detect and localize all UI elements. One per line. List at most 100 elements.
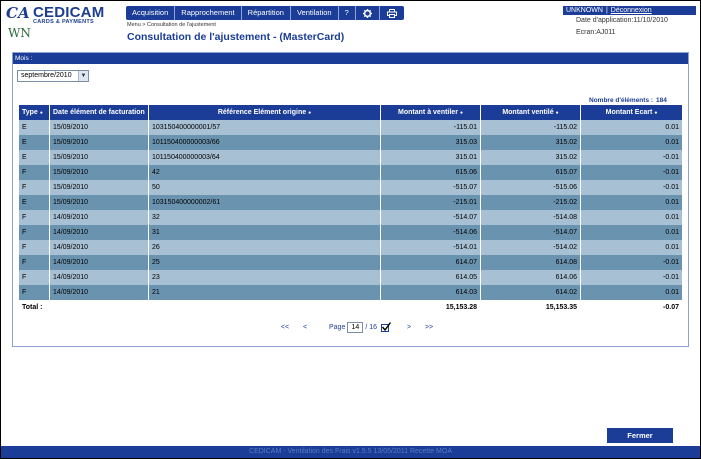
month-select-value: septembre/2010 <box>21 72 72 79</box>
nav-help[interactable]: ? <box>339 6 356 20</box>
close-button[interactable]: Fermer <box>607 428 673 443</box>
cell-amount-gap: -0.01 <box>581 255 682 270</box>
cell-amount-to-allocate: 614.05 <box>381 270 481 285</box>
panel-header: Mois : <box>13 53 688 64</box>
cell-reference: 26 <box>149 240 381 255</box>
cell-date: 15/09/2010 <box>50 150 149 165</box>
pagination: << < Page 14 / 16 > >> <box>275 321 439 333</box>
chevron-down-icon: ▼ <box>78 71 88 81</box>
table-row[interactable]: F 15/09/2010 50 -515.07 -515.06 -0.01 <box>19 180 682 195</box>
table-header: Type ● Date élément de facturation Référe… <box>19 105 682 120</box>
table-row[interactable]: F 14/09/2010 21 614.03 614.02 0.01 <box>19 285 682 300</box>
cell-amount-to-allocate: 614.07 <box>381 255 481 270</box>
cell-reference: 101150400000003/66 <box>149 135 381 150</box>
cell-type: F <box>19 180 50 195</box>
nav-rapprochement[interactable]: Rapprochement <box>175 6 242 20</box>
table-body: E 15/09/2010 103150400000001/57 -115.01 -115… <box>19 120 682 300</box>
cedicam-logo: CA CEDICAM CARDS & PAYMENTS <box>6 4 121 25</box>
printer-icon <box>386 8 397 18</box>
cell-amount-allocated: 614.08 <box>481 255 581 270</box>
cell-amount-gap: -0.01 <box>581 270 682 285</box>
next-page-link[interactable]: > <box>399 324 419 331</box>
col-header-amount-allocated[interactable]: Montant ventilé ● <box>481 105 581 120</box>
col-header-amount-gap[interactable]: Montant Ecart ● <box>581 105 682 120</box>
cell-reference: 23 <box>149 270 381 285</box>
total-amount-to-allocate: 15,153.28 <box>381 300 481 315</box>
logo-mark-icon: CA <box>6 4 30 22</box>
cell-type: F <box>19 270 50 285</box>
cell-amount-allocated: 614.02 <box>481 285 581 300</box>
cell-date: 14/09/2010 <box>50 270 149 285</box>
cell-date: 15/09/2010 <box>50 180 149 195</box>
cell-amount-allocated: -514.02 <box>481 240 581 255</box>
main-nav: Acquisition Rapprochement Répartition Ve… <box>126 6 404 20</box>
prev-page-link[interactable]: < <box>295 324 315 331</box>
col-header-type[interactable]: Type ● <box>19 105 50 120</box>
table-row[interactable]: F 14/09/2010 25 614.07 614.08 -0.01 <box>19 255 682 270</box>
table-row[interactable]: F 14/09/2010 23 614.05 614.06 -0.01 <box>19 270 682 285</box>
element-count: Nombre d'éléments :184 <box>589 97 667 104</box>
cell-type: E <box>19 150 50 165</box>
footer: CEDICAM - Ventilation des Frais v1.5.5 1… <box>1 446 700 458</box>
cell-amount-allocated: -115.02 <box>481 120 581 135</box>
page-total: / 16 <box>365 323 378 331</box>
col-header-reference[interactable]: Référence Elément origine ● <box>149 105 381 120</box>
cell-type: E <box>19 135 50 150</box>
cell-amount-gap: -0.01 <box>581 165 682 180</box>
cell-reference: 31 <box>149 225 381 240</box>
checkmark-icon[interactable] <box>381 322 392 332</box>
breadcrumb: Menu > Consultation de l'ajustement <box>127 22 216 28</box>
cell-amount-allocated: -514.07 <box>481 225 581 240</box>
page-number-input[interactable]: 14 <box>347 321 364 333</box>
total-amount-allocated: 15,153.35 <box>481 300 581 315</box>
first-page-link[interactable]: << <box>275 324 295 331</box>
cell-date: 14/09/2010 <box>50 240 149 255</box>
table-row[interactable]: F 14/09/2010 31 -514.06 -514.07 0.01 <box>19 225 682 240</box>
nav-repartition[interactable]: Répartition <box>242 6 291 20</box>
sort-icon: ● <box>459 110 463 116</box>
cell-reference: 103150400000002/61 <box>149 195 381 210</box>
month-select[interactable]: septembre/2010 ▼ <box>17 70 89 82</box>
cell-amount-allocated: 315.02 <box>481 150 581 165</box>
col-header-date[interactable]: Date élément de facturation <box>50 105 149 120</box>
cell-type: F <box>19 240 50 255</box>
cell-amount-allocated: 615.07 <box>481 165 581 180</box>
cell-reference: 50 <box>149 180 381 195</box>
cell-amount-gap: 0.01 <box>581 225 682 240</box>
total-label: Total : <box>19 300 50 315</box>
cell-type: F <box>19 225 50 240</box>
table-row[interactable]: F 14/09/2010 26 -514.01 -514.02 0.01 <box>19 240 682 255</box>
user-box: UNKNOWN | Déconnexion <box>563 6 696 15</box>
element-count-label: Nombre d'éléments : <box>589 97 654 104</box>
table-row[interactable]: E 15/09/2010 103150400000002/61 -215.01 -215… <box>19 195 682 210</box>
table-row[interactable]: F 15/09/2010 42 615.06 615.07 -0.01 <box>19 165 682 180</box>
cell-amount-gap: 0.01 <box>581 210 682 225</box>
logo-tagline: CARDS & PAYMENTS <box>33 19 95 25</box>
col-header-amount-to-allocate[interactable]: Montant à ventiler ● <box>381 105 481 120</box>
cell-amount-to-allocate: 615.06 <box>381 165 481 180</box>
cell-amount-to-allocate: -514.07 <box>381 210 481 225</box>
nav-acquisition[interactable]: Acquisition <box>126 6 176 20</box>
cell-reference: 103150400000001/57 <box>149 120 381 135</box>
table-row[interactable]: E 15/09/2010 101150400000003/64 315.01 315.0… <box>19 150 682 165</box>
last-page-link[interactable]: >> <box>419 324 439 331</box>
cell-amount-allocated: -215.02 <box>481 195 581 210</box>
nav-ventilation[interactable]: Ventilation <box>291 6 339 20</box>
page-label: Page <box>329 323 346 331</box>
cell-amount-allocated: -515.06 <box>481 180 581 195</box>
cell-type: F <box>19 210 50 225</box>
cell-date: 14/09/2010 <box>50 255 149 270</box>
table-row[interactable]: E 15/09/2010 101150400000003/66 315.03 315.0… <box>19 135 682 150</box>
content-panel: Mois : septembre/2010 ▼ Nombre d'élément… <box>12 52 689 347</box>
cell-amount-allocated: -514.08 <box>481 210 581 225</box>
table-row[interactable]: E 15/09/2010 103150400000001/57 -115.01 -115… <box>19 120 682 135</box>
cell-amount-to-allocate: 315.01 <box>381 150 481 165</box>
print-button[interactable] <box>380 6 404 20</box>
cell-type: E <box>19 195 50 210</box>
settings-button[interactable] <box>356 6 380 20</box>
cell-type: F <box>19 285 50 300</box>
logout-link[interactable]: Déconnexion <box>611 6 652 15</box>
table-row[interactable]: F 14/09/2010 32 -514.07 -514.08 0.01 <box>19 210 682 225</box>
cell-date: 15/09/2010 <box>50 195 149 210</box>
sort-icon: ● <box>39 110 43 116</box>
